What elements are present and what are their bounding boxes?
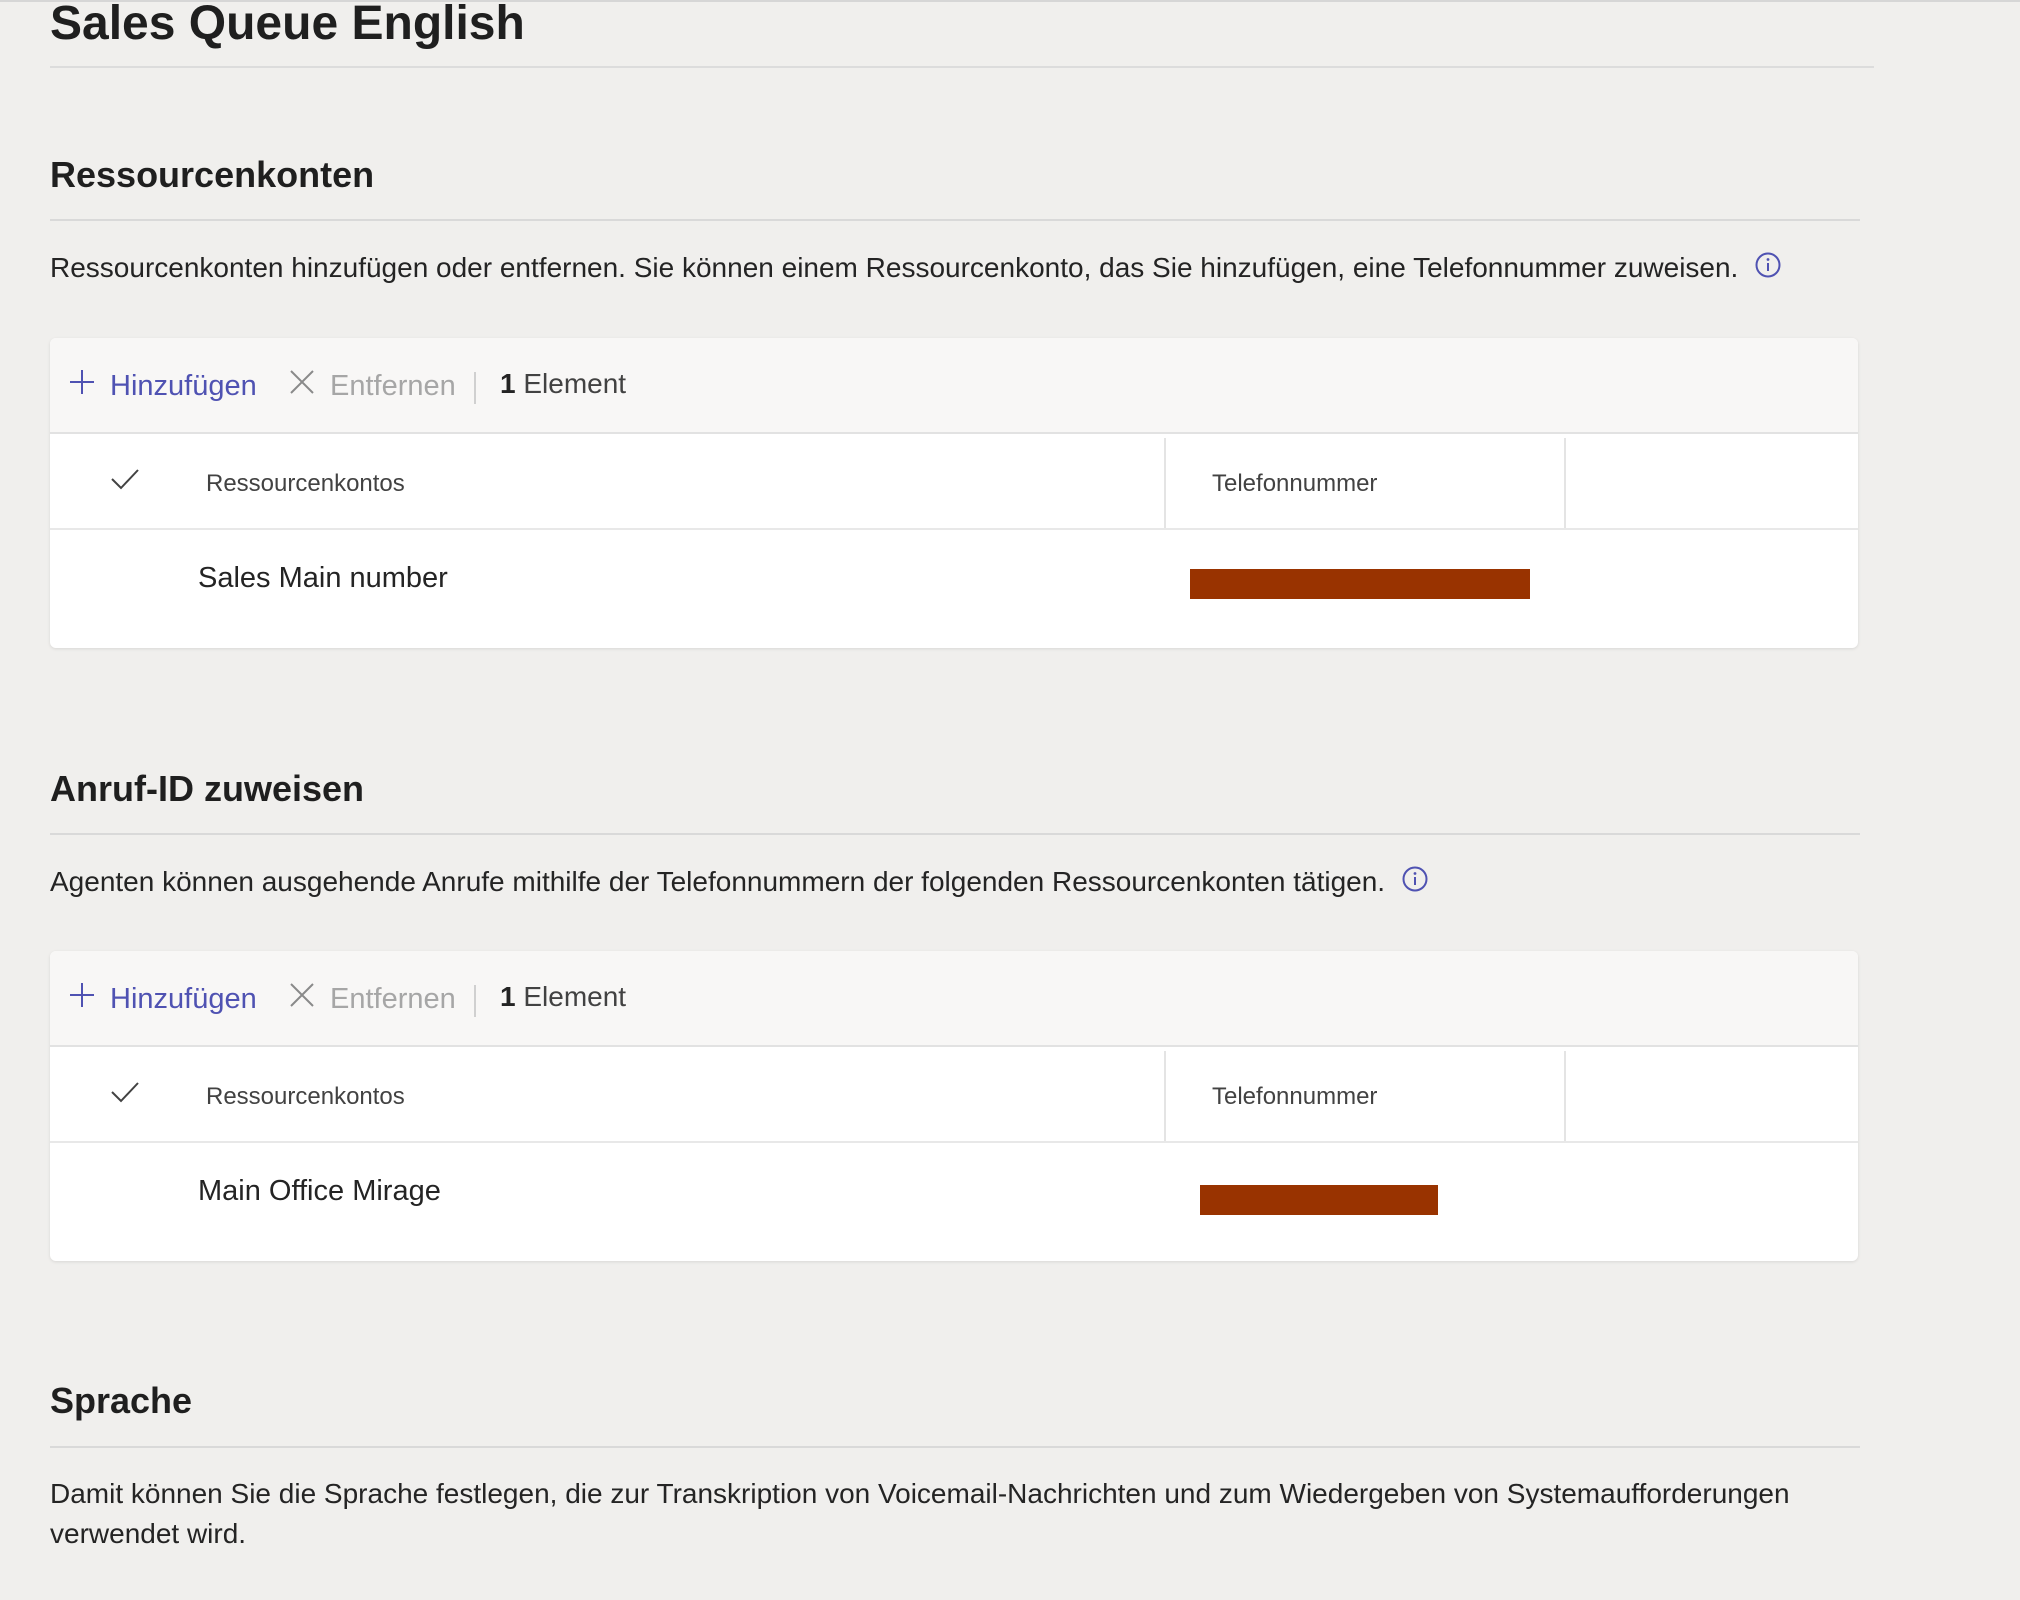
table-row[interactable]: Main Office Mirage xyxy=(50,1143,1858,1261)
item-count-number: 1 xyxy=(500,981,516,1012)
resource-accounts-table: Hinzufügen Entfernen 1 Element Ressource… xyxy=(50,338,1858,648)
toolbar-separator xyxy=(474,372,476,404)
title-divider xyxy=(50,66,1874,68)
info-icon[interactable] xyxy=(1401,864,1429,904)
item-count: 1 Element xyxy=(500,975,626,1019)
section-title-caller-id: Anruf-ID zuweisen xyxy=(50,768,365,809)
section-divider xyxy=(50,833,1860,835)
description-text: Agenten können ausgehende Anrufe mithilf… xyxy=(50,866,1386,897)
column-header-phone-number[interactable]: Telefonnummer xyxy=(1212,1083,1377,1111)
remove-button[interactable]: Entfernen xyxy=(288,977,456,1021)
section-description: Ressourcenkonten hinzufügen oder entfern… xyxy=(50,248,1850,290)
add-icon xyxy=(68,368,96,404)
section-description: Damit können Sie die Sprache festlegen, … xyxy=(50,1478,1790,1549)
item-count-number: 1 xyxy=(500,368,516,399)
remove-icon xyxy=(288,368,316,404)
table-toolbar: Hinzufügen Entfernen 1 Element xyxy=(50,951,1858,1047)
page-title: Sales Queue English xyxy=(50,0,525,50)
select-all-checkmark-icon[interactable] xyxy=(110,466,140,497)
section-divider xyxy=(50,1446,1860,1448)
remove-label: Entfernen xyxy=(330,369,456,402)
add-label: Hinzufügen xyxy=(110,982,257,1015)
table-toolbar: Hinzufügen Entfernen 1 Element xyxy=(50,338,1858,434)
column-divider xyxy=(1564,438,1566,528)
select-all-checkmark-icon[interactable] xyxy=(110,1079,140,1110)
item-count-label: Element xyxy=(523,981,627,1012)
description-text: Ressourcenkonten hinzufügen oder entfern… xyxy=(50,252,1739,283)
column-divider xyxy=(1164,1051,1166,1141)
remove-button[interactable]: Entfernen xyxy=(288,364,456,408)
section-description: Agenten können ausgehende Anrufe mithilf… xyxy=(50,862,1850,904)
column-header-resource-accounts[interactable]: Ressourcenkontos xyxy=(206,470,405,498)
resource-account-name: Main Office Mirage xyxy=(198,1175,441,1207)
section-divider xyxy=(50,219,1860,221)
column-header-resource-accounts[interactable]: Ressourcenkontos xyxy=(206,1083,405,1111)
toolbar-separator xyxy=(474,985,476,1017)
item-count-label: Element xyxy=(523,368,627,399)
redacted-phone-number xyxy=(1190,569,1530,599)
table-header: Ressourcenkontos Telefonnummer xyxy=(50,434,1858,530)
table-header: Ressourcenkontos Telefonnummer xyxy=(50,1047,1858,1143)
info-icon[interactable] xyxy=(1754,250,1782,290)
add-icon xyxy=(68,981,96,1017)
add-button[interactable]: Hinzufügen xyxy=(68,977,257,1021)
redacted-phone-number xyxy=(1200,1185,1438,1215)
column-divider xyxy=(1164,438,1166,528)
item-count: 1 Element xyxy=(500,362,626,406)
table-row[interactable]: Sales Main number xyxy=(50,530,1858,648)
column-divider xyxy=(1564,1051,1566,1141)
caller-id-table: Hinzufügen Entfernen 1 Element Ressource… xyxy=(50,951,1858,1261)
section-title-resource-accounts: Ressourcenkonten xyxy=(50,154,375,195)
add-button[interactable]: Hinzufügen xyxy=(68,364,257,408)
resource-account-name: Sales Main number xyxy=(198,562,448,594)
remove-label: Entfernen xyxy=(330,982,456,1015)
section-title-language: Sprache xyxy=(50,1380,193,1421)
column-header-phone-number[interactable]: Telefonnummer xyxy=(1212,470,1377,498)
remove-icon xyxy=(288,981,316,1017)
add-label: Hinzufügen xyxy=(110,369,257,402)
